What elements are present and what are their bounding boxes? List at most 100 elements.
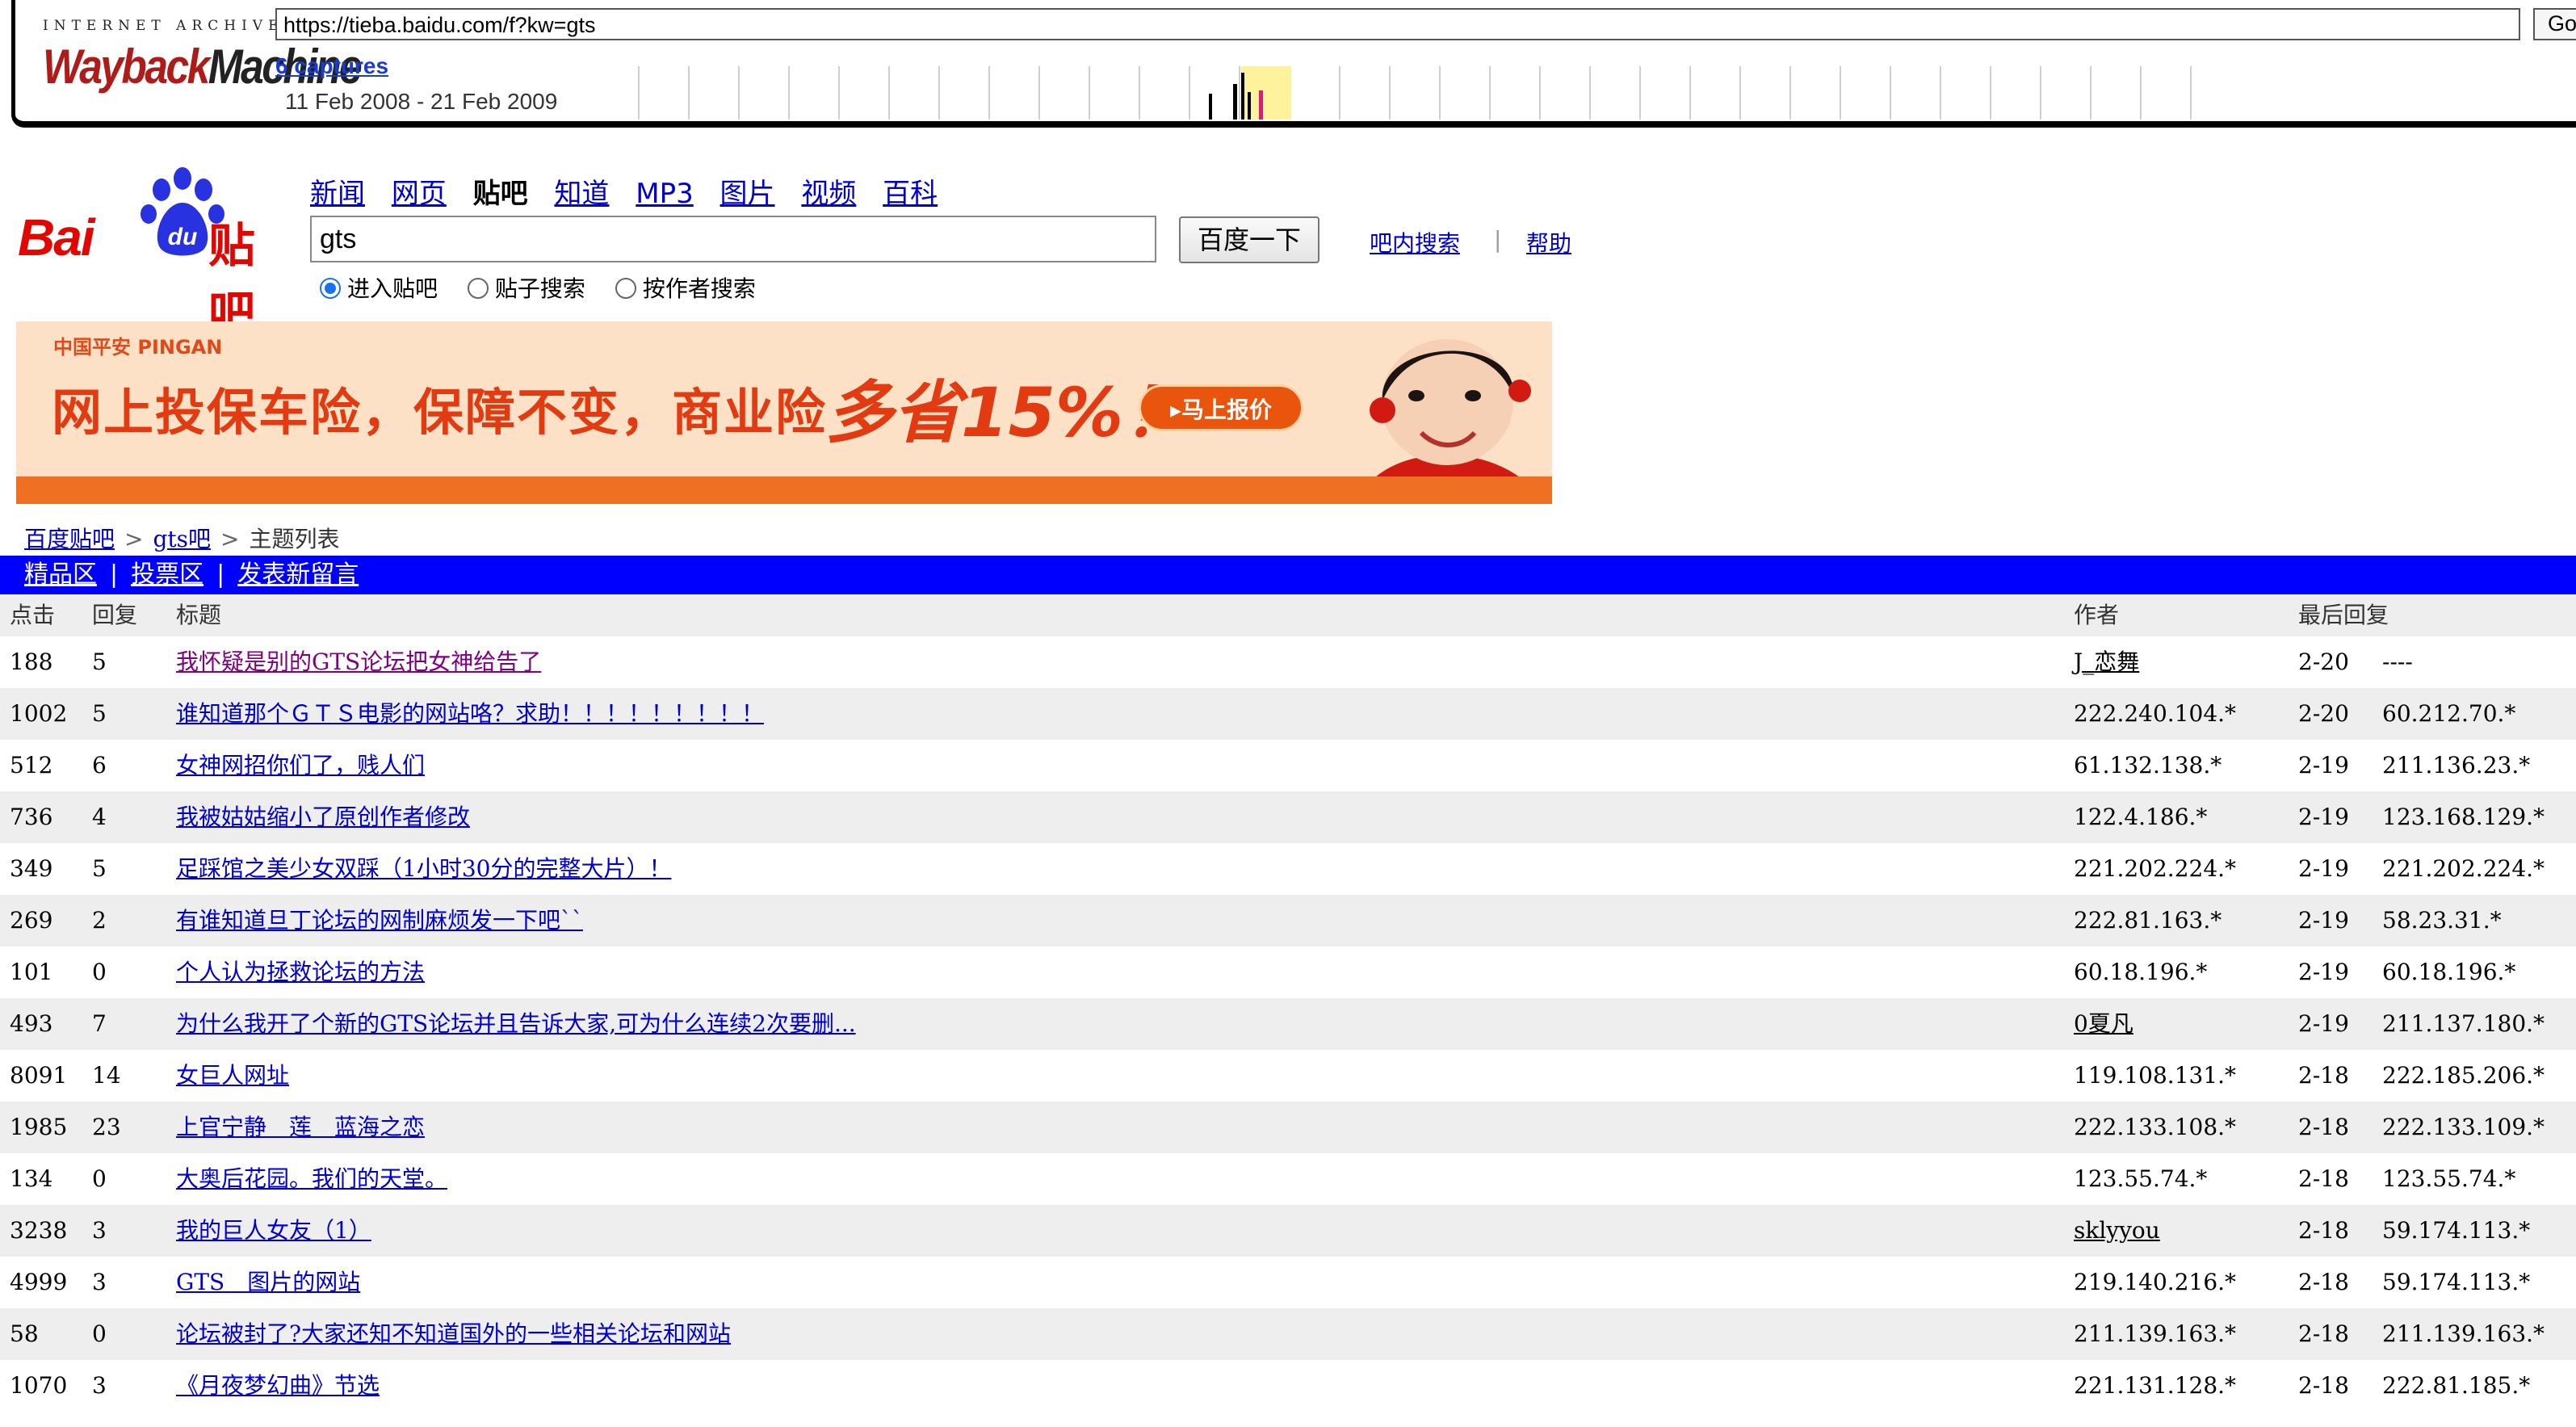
row-clicks: 1070 [10,1372,68,1399]
row-last-replier: 222.185.206.* [2382,1062,2545,1089]
radio-search-posts-dot[interactable] [467,278,489,299]
logo-paw-du-text: du [168,224,198,250]
row-last-reply-date: 2-19 [2298,804,2349,830]
table-row: 58 0 论坛被封了?大家还知不知道国外的一些相关论坛和网站 211.139.163.… [0,1308,2576,1360]
table-row: 1985 23 上官宁静 莲 蓝海之恋 222.133.108.* 2-18 222.13… [0,1102,2576,1153]
thread-title-link[interactable]: 为什么我开了个新的GTS论坛并且告诉大家,可为什么连续2次要删... [176,998,856,1050]
author-ip: 221.202.224.* [2074,855,2237,882]
thread-title-link[interactable]: 我的巨人女友（1） [176,1205,371,1257]
vote-area-link[interactable]: 投票区 [131,560,203,589]
row-last-replier: 211.137.180.* [2382,1010,2545,1037]
ad-quote-button[interactable]: ▸马上报价 [1139,384,1303,431]
thread-title-link[interactable]: GTS 图片的网站 [176,1257,360,1308]
thread-title-link[interactable]: 谁知道那个ＧＴＳ电影的网站咯？求助！！！！！！！！！ [176,688,764,740]
table-row: 736 4 我被姑姑缩小了原创作者修改 122.4.186.* 2-19 123.168.… [0,791,2576,843]
header-last-reply: 最后回复 [2298,602,2389,628]
thread-title-link[interactable]: 论坛被封了?大家还知不知道国外的一些相关论坛和网站 [176,1308,731,1360]
table-row: 512 6 女神网招你们了，贱人们 61.132.138.* 2-19 211.136.2… [0,740,2576,791]
thread-title-link[interactable]: 女巨人网址 [176,1050,289,1102]
wayback-captures-link[interactable]: 6 captures [275,53,388,79]
author-ip: 222.133.108.* [2074,1114,2237,1140]
row-last-replier: 58.23.31.* [2382,907,2502,934]
nav-tieba: 贴吧 [472,178,528,210]
row-replies: 0 [92,1320,107,1347]
nav-web[interactable]: 网页 [392,178,447,210]
row-last-reply-date: 2-18 [2298,1372,2349,1399]
bar-separator: | [216,560,225,589]
row-replies: 14 [92,1062,121,1089]
breadcrumb-forum[interactable]: gts吧 [153,526,211,552]
row-last-reply-date: 2-18 [2298,1269,2349,1295]
thread-title-link[interactable]: 足踩馆之美少女双踩（1小时30分的完整大片）！ [176,843,671,895]
wayback-capture-sparkline[interactable] [581,65,2535,121]
baidu-tieba-logo[interactable]: Bai du 贴吧 [18,166,292,341]
author-link[interactable]: sklyyou [2074,1205,2160,1257]
new-post-link[interactable]: 发表新留言 [237,560,359,589]
nav-baike[interactable]: 百科 [883,178,938,210]
wayback-logo-part1: Wayback [43,40,210,94]
radio-search-author[interactable]: 按作者搜索 [615,271,756,304]
row-last-reply-date: 2-19 [2298,959,2349,985]
thread-title-link[interactable]: 有谁知道旦丁论坛的网制麻烦发一下吧`` [176,895,583,946]
wayback-go-button[interactable]: Go [2533,8,2576,40]
radio-enter-forum-label: 进入贴吧 [347,275,438,302]
row-replies: 3 [92,1372,107,1399]
search-button[interactable]: 百度一下 [1179,216,1319,263]
author-link[interactable]: 0夏凡 [2074,998,2133,1050]
row-clicks: 1985 [10,1114,68,1140]
thread-title-link[interactable]: 女神网招你们了，贱人们 [176,740,425,791]
breadcrumb-home[interactable]: 百度贴吧 [24,526,115,552]
radio-enter-forum[interactable]: 进入贴吧 [320,271,438,304]
row-clicks: 4999 [10,1269,68,1295]
thread-title-link[interactable]: 上官宁静 莲 蓝海之恋 [176,1102,425,1153]
row-last-reply-date: 2-19 [2298,855,2349,882]
nav-zhidao[interactable]: 知道 [554,178,609,210]
row-last-replier: 211.136.23.* [2382,752,2531,779]
nav-news[interactable]: 新闻 [310,178,365,210]
thread-title-link[interactable]: 我怀疑是别的GTS论坛把女神给告了 [176,636,541,688]
row-clicks: 101 [10,959,53,985]
row-replies: 7 [92,1010,107,1037]
row-clicks: 512 [10,752,53,779]
breadcrumb: 百度贴吧 > gts吧 > 主题列表 [24,522,340,554]
row-clicks: 3238 [10,1217,68,1244]
radio-search-author-dot[interactable] [615,278,636,299]
search-mode-radios: 进入贴吧 贴子搜索 按作者搜索 [320,271,778,304]
ad-highlight: 多省15%！ [825,373,1192,452]
inner-search-link[interactable]: 吧内搜索 [1370,226,1460,258]
row-last-reply-date: 2-18 [2298,1062,2349,1089]
search-input[interactable]: gts [310,216,1156,262]
row-last-reply-date: 2-19 [2298,907,2349,934]
author-ip: 61.132.138.* [2074,752,2222,779]
thread-title-link[interactable]: 大奥后花园。我们的天堂。 [176,1153,447,1205]
row-last-replier: 60.18.196.* [2382,959,2516,985]
nav-mp3[interactable]: MP3 [636,178,693,210]
row-replies: 0 [92,959,107,985]
table-row: 1070 3 《月夜梦幻曲》节选 221.131.128.* 2-18 222.81.18… [0,1360,2576,1412]
row-last-replier: 221.202.224.* [2382,855,2545,882]
bar-separator: | [110,560,119,589]
radio-enter-forum-dot[interactable] [320,278,341,299]
row-last-replier: 123.168.129.* [2382,804,2545,830]
author-link[interactable]: J_恋舞 [2074,636,2139,688]
help-link[interactable]: 帮助 [1526,226,1571,258]
row-replies: 23 [92,1114,121,1140]
nav-video[interactable]: 视频 [801,178,856,210]
featured-area-link[interactable]: 精品区 [24,560,97,589]
row-replies: 5 [92,700,107,727]
table-row: 188 5 我怀疑是别的GTS论坛把女神给告了 J_恋舞 2-20 ---- [0,636,2576,688]
row-replies: 5 [92,855,107,882]
row-last-reply-date: 2-20 [2298,648,2349,675]
radio-search-posts[interactable]: 贴子搜索 [467,271,585,304]
row-last-reply-date: 2-18 [2298,1320,2349,1347]
thread-title-link[interactable]: 我被姑姑缩小了原创作者修改 [176,791,470,843]
wayback-url-input[interactable]: https://tieba.baidu.com/f?kw=gts [275,8,2520,40]
nav-images[interactable]: 图片 [720,178,775,210]
table-row: 1002 5 谁知道那个ＧＴＳ电影的网站咯？求助！！！！！！！！！ 222.240.1… [0,688,2576,740]
thread-title-link[interactable]: 《月夜梦幻曲》节选 [176,1360,380,1412]
row-last-reply-date: 2-20 [2298,700,2349,727]
author-ip: 222.81.163.* [2074,907,2222,934]
thread-title-link[interactable]: 个人认为拯救论坛的方法 [176,946,425,998]
row-clicks: 349 [10,855,53,882]
ad-banner[interactable]: 中国平安 PINGAN 网上投保车险，保障不变，商业险 多省15%！ ▸马上报价 [16,321,1552,504]
